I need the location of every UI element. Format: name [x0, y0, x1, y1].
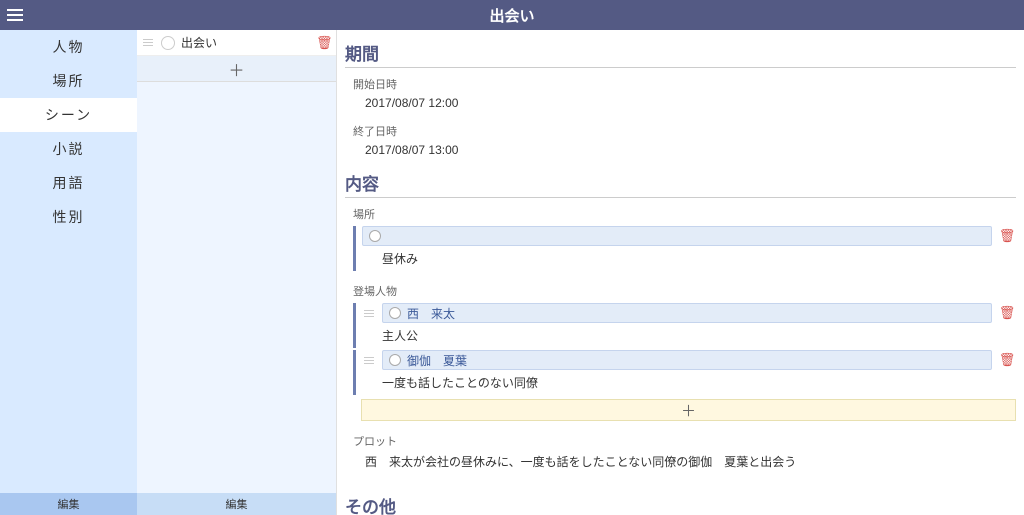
- place-tag[interactable]: [362, 226, 992, 246]
- end-date-label: 終了日時: [353, 123, 1016, 139]
- plot-label: プロット: [353, 433, 1016, 449]
- sidebar-item-person[interactable]: 人物: [0, 30, 137, 64]
- sidebar-item-novel[interactable]: 小説: [0, 132, 137, 166]
- circle-marker-icon: [389, 307, 401, 319]
- sidebar-item-term[interactable]: 用語: [0, 166, 137, 200]
- section-title-period: 期間: [345, 40, 1016, 68]
- delete-icon[interactable]: 🗑: [316, 35, 332, 51]
- sidebar: 人物 場所 シーン 小説 用語 性別 編集: [0, 30, 137, 515]
- character-tag[interactable]: 西 来太: [382, 303, 992, 323]
- section-title-content: 内容: [345, 170, 1016, 198]
- characters-label: 登場人物: [353, 283, 1016, 299]
- add-scene-button[interactable]: ＋: [137, 56, 336, 82]
- list-item[interactable]: 出会い 🗑: [137, 30, 336, 56]
- sidebar-item-scene[interactable]: シーン: [0, 98, 137, 132]
- scene-list: 出会い 🗑 ＋ 編集: [137, 30, 337, 515]
- character-name: 御伽 夏葉: [407, 352, 467, 369]
- list-item-label: 出会い: [181, 34, 316, 51]
- section-title-other: その他: [345, 493, 1016, 515]
- page-title: 出会い: [0, 5, 1024, 26]
- character-desc: 主人公: [362, 323, 1016, 348]
- add-character-button[interactable]: ＋: [361, 399, 1016, 421]
- end-date-value[interactable]: 2017/08/07 13:00: [353, 141, 1016, 160]
- plot-value[interactable]: 西 来太が会社の昼休みに、一度も話をしたことない同僚の御伽 夏葉と出会う: [353, 453, 1016, 472]
- menu-icon[interactable]: [0, 0, 30, 30]
- start-date-label: 開始日時: [353, 76, 1016, 92]
- sidebar-edit-button[interactable]: 編集: [0, 493, 137, 515]
- place-value: 昼休み: [362, 246, 1016, 271]
- detail-panel: 期間 開始日時 2017/08/07 12:00 終了日時 2017/08/07…: [337, 30, 1024, 515]
- character-tag[interactable]: 御伽 夏葉: [382, 350, 992, 370]
- character-desc: 一度も話したことのない同僚: [362, 370, 1016, 395]
- drag-handle-icon[interactable]: [362, 310, 376, 317]
- delete-character-icon[interactable]: 🗑: [998, 305, 1016, 321]
- sidebar-item-gender[interactable]: 性別: [0, 200, 137, 234]
- drag-handle-icon[interactable]: [362, 357, 376, 364]
- circle-marker-icon: [369, 230, 381, 242]
- character-name: 西 来太: [407, 305, 455, 322]
- sidebar-item-place[interactable]: 場所: [0, 64, 137, 98]
- circle-marker-icon: [389, 354, 401, 366]
- place-label: 場所: [353, 206, 1016, 222]
- delete-character-icon[interactable]: 🗑: [998, 352, 1016, 368]
- start-date-value[interactable]: 2017/08/07 12:00: [353, 94, 1016, 113]
- drag-handle-icon[interactable]: [141, 39, 155, 46]
- delete-place-icon[interactable]: 🗑: [998, 228, 1016, 244]
- list-edit-button[interactable]: 編集: [137, 493, 336, 515]
- item-marker-icon: [161, 36, 175, 50]
